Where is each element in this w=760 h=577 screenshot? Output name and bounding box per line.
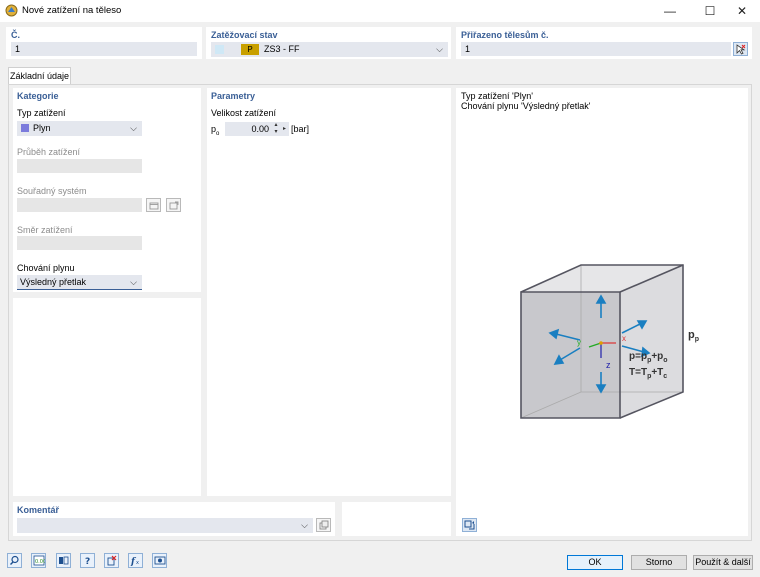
delete-icon: [107, 555, 117, 566]
axis-z-label: z: [606, 360, 611, 370]
tab-basic-data[interactable]: Základní údaje: [8, 67, 71, 85]
category-title: Kategorie: [17, 91, 59, 101]
function-icon: fx: [130, 557, 139, 566]
load-type-value: Plyn: [33, 123, 51, 133]
svg-text:x: x: [136, 560, 139, 566]
close-button[interactable]: ✕: [724, 0, 760, 22]
chevron-down-icon: ⌵: [301, 520, 308, 530]
gas-behavior-select[interactable]: Výsledný přetlak ⌵: [17, 275, 142, 290]
number-panel: Č. 1: [6, 27, 202, 59]
side-pressure-sub: p: [694, 336, 700, 344]
app-icon: [5, 4, 18, 17]
svg-text:0.00: 0.00: [35, 559, 45, 565]
svg-text:?: ?: [85, 557, 90, 566]
pressure-symbol: po: [211, 124, 219, 137]
comment-input[interactable]: ⌵: [17, 518, 313, 533]
copy-icon: [319, 520, 328, 530]
formula-temperature-sub2: c: [663, 373, 668, 380]
gas-behavior-label: Chování plynu: [17, 263, 75, 273]
assigned-label: Přiřazeno tělesům č.: [461, 30, 549, 40]
comment-label: Komentář: [17, 505, 60, 515]
pressure-symbol-sub: o: [216, 130, 220, 137]
units-button[interactable]: 0.00: [31, 553, 46, 568]
load-case-select[interactable]: P ZS3 - FF ⌵: [211, 42, 448, 57]
coordinate-field: [17, 198, 142, 212]
empty-panel: [13, 298, 201, 496]
distribution-label: Průběh zatížení: [17, 147, 81, 157]
assigned-field[interactable]: 1: [461, 42, 731, 56]
load-size-label: Velikost zatížení: [211, 108, 277, 118]
comment-library-button[interactable]: [316, 518, 331, 532]
new-coordinate-button: [146, 198, 161, 212]
number-label: Č.: [11, 30, 20, 40]
load-case-panel: Zatěžovací stav P ZS3 - FF ⌵: [206, 27, 451, 59]
edit-coordinate-button: [166, 198, 181, 212]
parameters-panel: Parametry Velikost zatížení po 0.00 ▴ ▾ ▸…: [207, 88, 451, 496]
preview-panel: Typ zatížení 'Plyn' Chování plynu 'Výsle…: [456, 88, 748, 536]
title-bar: Nové zatížení na těleso — ☐ ✕: [0, 0, 760, 22]
coordinate-label: Souřadný systém: [17, 186, 87, 196]
formula-temperature-rest: +T: [651, 367, 664, 378]
number-field[interactable]: 1: [11, 42, 197, 56]
delete-button[interactable]: [104, 553, 119, 568]
pressure-arrow-right-icon[interactable]: ▸: [280, 122, 289, 136]
maximize-button[interactable]: ☐: [692, 0, 728, 22]
direction-field: [17, 236, 142, 250]
chevron-down-icon: ⌵: [130, 277, 137, 287]
formula-temperature: T=Tp+Tc: [629, 367, 667, 380]
parameters-title: Parametry: [211, 91, 256, 101]
pressure-unit: [bar]: [291, 124, 310, 134]
function-button[interactable]: fx: [128, 553, 143, 568]
rotate-view-icon: [464, 520, 475, 529]
gas-behavior-value: Výsledný přetlak: [20, 277, 87, 287]
minimize-button[interactable]: —: [652, 0, 688, 22]
load-type-select[interactable]: Plyn ⌵: [17, 121, 142, 136]
chevron-down-icon: ⌵: [436, 44, 443, 54]
assigned-panel: Přiřazeno tělesům č. 1: [456, 27, 752, 59]
info-button[interactable]: [56, 553, 71, 568]
preview-settings-button[interactable]: [462, 518, 477, 532]
formula-temperature-main: T=T: [629, 367, 648, 378]
axis-x-label: x: [622, 334, 626, 343]
info-icon: [59, 556, 69, 565]
direction-label: Směr zatížení: [17, 225, 73, 235]
load-type-color-icon: [21, 123, 29, 132]
load-case-badge: P: [241, 44, 259, 55]
load-case-label: Zatěžovací stav: [211, 30, 278, 40]
select-solid-button[interactable]: [733, 42, 748, 56]
axis-y-label: y: [577, 338, 581, 347]
pressure-spinner[interactable]: ▴ ▾: [272, 122, 280, 136]
side-pressure-label: pp: [688, 329, 699, 343]
distribution-field: [17, 159, 142, 173]
search-icon-button[interactable]: [7, 553, 22, 568]
cancel-button[interactable]: Storno: [631, 555, 687, 570]
view-button[interactable]: [152, 553, 167, 568]
new-window-icon: [149, 202, 158, 209]
help-icon: ?: [85, 557, 90, 566]
formula-pressure: p=pp+po: [629, 351, 668, 364]
edit-window-icon: [169, 201, 178, 209]
pick-cursor-icon: [736, 43, 746, 55]
gas-load-diagram: [520, 264, 684, 419]
formula-pressure-main: p=p: [629, 351, 648, 362]
units-icon: 0.00: [33, 555, 45, 566]
window-title: Nové zatížení na těleso: [22, 5, 122, 16]
category-panel: Kategorie Typ zatížení Plyn ⌵ Průběh zat…: [13, 88, 201, 292]
comment-extra-panel: [342, 502, 451, 536]
comment-panel: Komentář ⌵: [13, 502, 335, 536]
side-pressure-main: p: [688, 329, 695, 341]
load-case-color-icon: [215, 45, 224, 54]
ok-button[interactable]: OK: [567, 555, 623, 570]
search-icon: [10, 555, 19, 565]
view-icon: [154, 556, 165, 565]
pressure-input[interactable]: 0.00: [225, 122, 272, 136]
chevron-down-icon: ⌵: [130, 123, 137, 133]
help-button[interactable]: ?: [80, 553, 95, 568]
load-type-label: Typ zatížení: [17, 108, 66, 118]
load-case-value: ZS3 - FF: [264, 44, 300, 54]
formula-pressure-sub2: o: [663, 357, 668, 364]
formula-pressure-rest: +p: [651, 351, 664, 362]
apply-next-button[interactable]: Použít & další: [693, 555, 753, 570]
